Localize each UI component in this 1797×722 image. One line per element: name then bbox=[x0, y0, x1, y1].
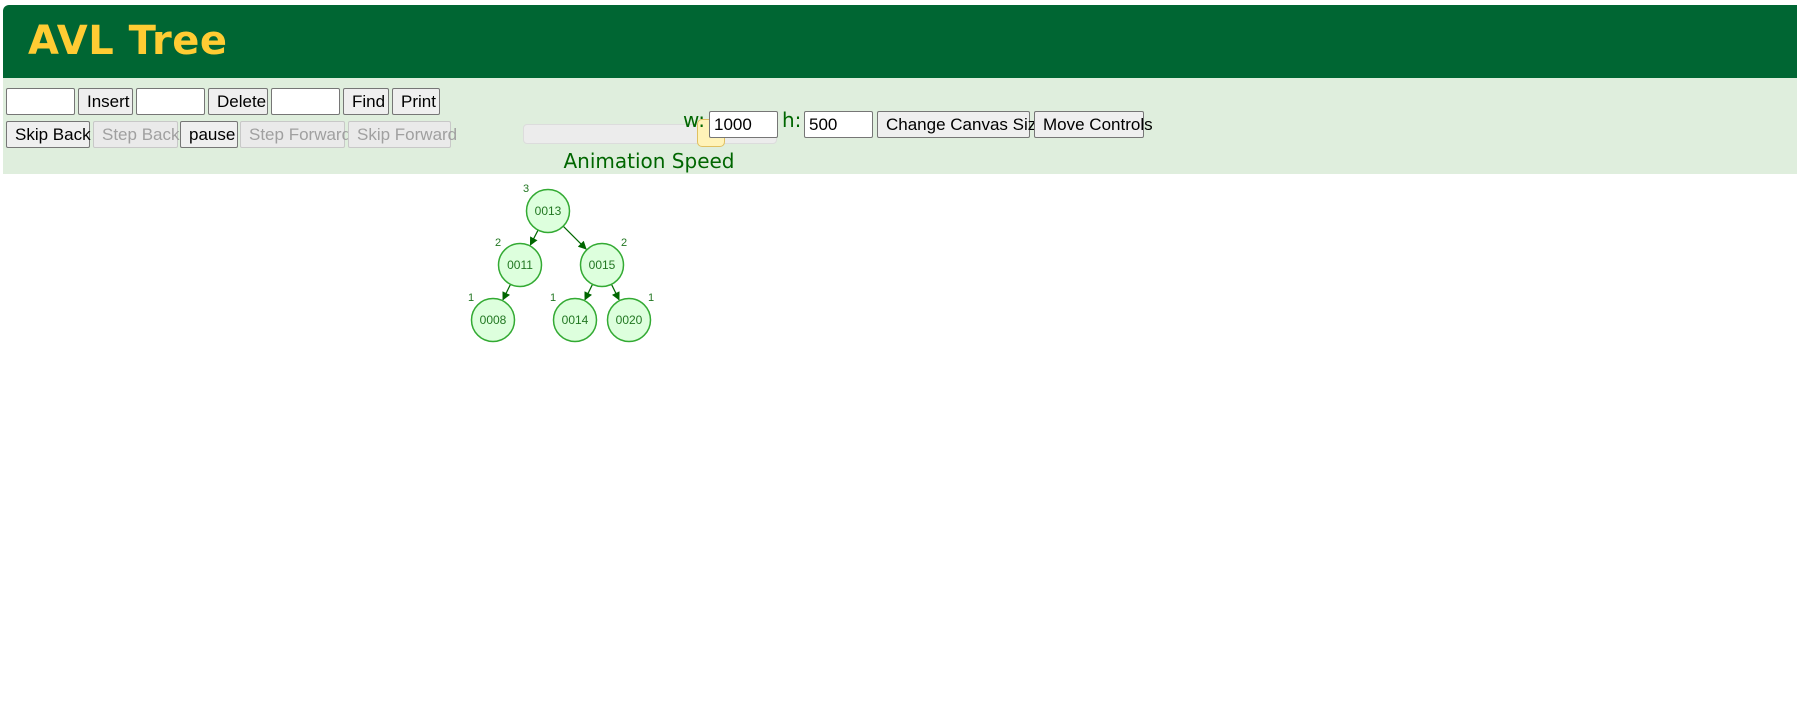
tree-node-label: 0013 bbox=[535, 204, 562, 218]
move-controls-button[interactable]: Move Controls bbox=[1034, 111, 1153, 138]
step-back-button[interactable]: Step Back bbox=[93, 121, 180, 148]
tree-node: 0011 2 bbox=[495, 237, 543, 288]
delete-button[interactable]: Delete bbox=[208, 88, 268, 115]
change-canvas-size-button[interactable]: Change Canvas Size bbox=[877, 111, 1046, 138]
tree-node: 0014 1 bbox=[550, 292, 598, 343]
tree-node: 0008 1 bbox=[468, 292, 516, 343]
canvas-height-label: h: bbox=[782, 108, 802, 132]
tree-node-label: 0015 bbox=[589, 258, 616, 272]
pause-button[interactable]: pause bbox=[180, 121, 238, 148]
insert-input[interactable] bbox=[6, 88, 75, 115]
tree-node: 0013 3 bbox=[523, 183, 571, 234]
tree-edge bbox=[502, 284, 512, 301]
tree-edge bbox=[529, 229, 539, 246]
find-input[interactable] bbox=[271, 88, 340, 115]
canvas-height-input[interactable] bbox=[804, 111, 873, 138]
page-title: AVL Tree bbox=[28, 18, 228, 64]
skip-back-button[interactable]: Skip Back bbox=[6, 121, 91, 148]
tree-canvas-svg: 0013 3 0011 2 0015 2 0008 1 0014 1 0020 1 bbox=[468, 183, 654, 343]
animation-speed-label: Animation Speed bbox=[563, 149, 735, 173]
tree-node-height: 1 bbox=[468, 292, 474, 304]
tree-node-height: 2 bbox=[621, 237, 627, 249]
tree-edge bbox=[562, 225, 587, 250]
animation-canvas[interactable]: 0013 3 0011 2 0015 2 0008 1 0014 1 0020 1 bbox=[3, 174, 1797, 717]
skip-forward-button[interactable]: Skip Forward bbox=[348, 121, 457, 148]
header-bar: AVL Tree bbox=[3, 5, 1797, 78]
tree-node: 0020 1 bbox=[606, 292, 654, 343]
tree-node-height: 1 bbox=[550, 292, 556, 304]
app-window: AVL Tree Insert Delete Find Print Skip B… bbox=[3, 5, 1797, 717]
tree-node-height: 1 bbox=[648, 292, 654, 304]
insert-button[interactable]: Insert bbox=[78, 88, 133, 115]
tree-edge bbox=[584, 284, 594, 301]
tree-node-label: 0011 bbox=[507, 258, 533, 272]
tree-node-label: 0014 bbox=[562, 313, 589, 327]
delete-input[interactable] bbox=[136, 88, 205, 115]
canvas-width-input[interactable] bbox=[709, 111, 778, 138]
step-forward-button[interactable]: Step Forward bbox=[240, 121, 351, 148]
tree-node-label: 0008 bbox=[480, 313, 507, 327]
tree-node-height: 2 bbox=[495, 237, 501, 249]
find-button[interactable]: Find bbox=[343, 88, 389, 115]
tree-node-label: 0020 bbox=[616, 313, 643, 327]
controls-panel: Insert Delete Find Print Skip Back Step … bbox=[3, 78, 1797, 174]
canvas-width-label: w: bbox=[683, 108, 706, 132]
tree-node-height: 3 bbox=[523, 183, 529, 195]
print-button[interactable]: Print bbox=[392, 88, 440, 115]
tree-edge bbox=[610, 284, 620, 301]
tree-node: 0015 2 bbox=[579, 237, 627, 288]
